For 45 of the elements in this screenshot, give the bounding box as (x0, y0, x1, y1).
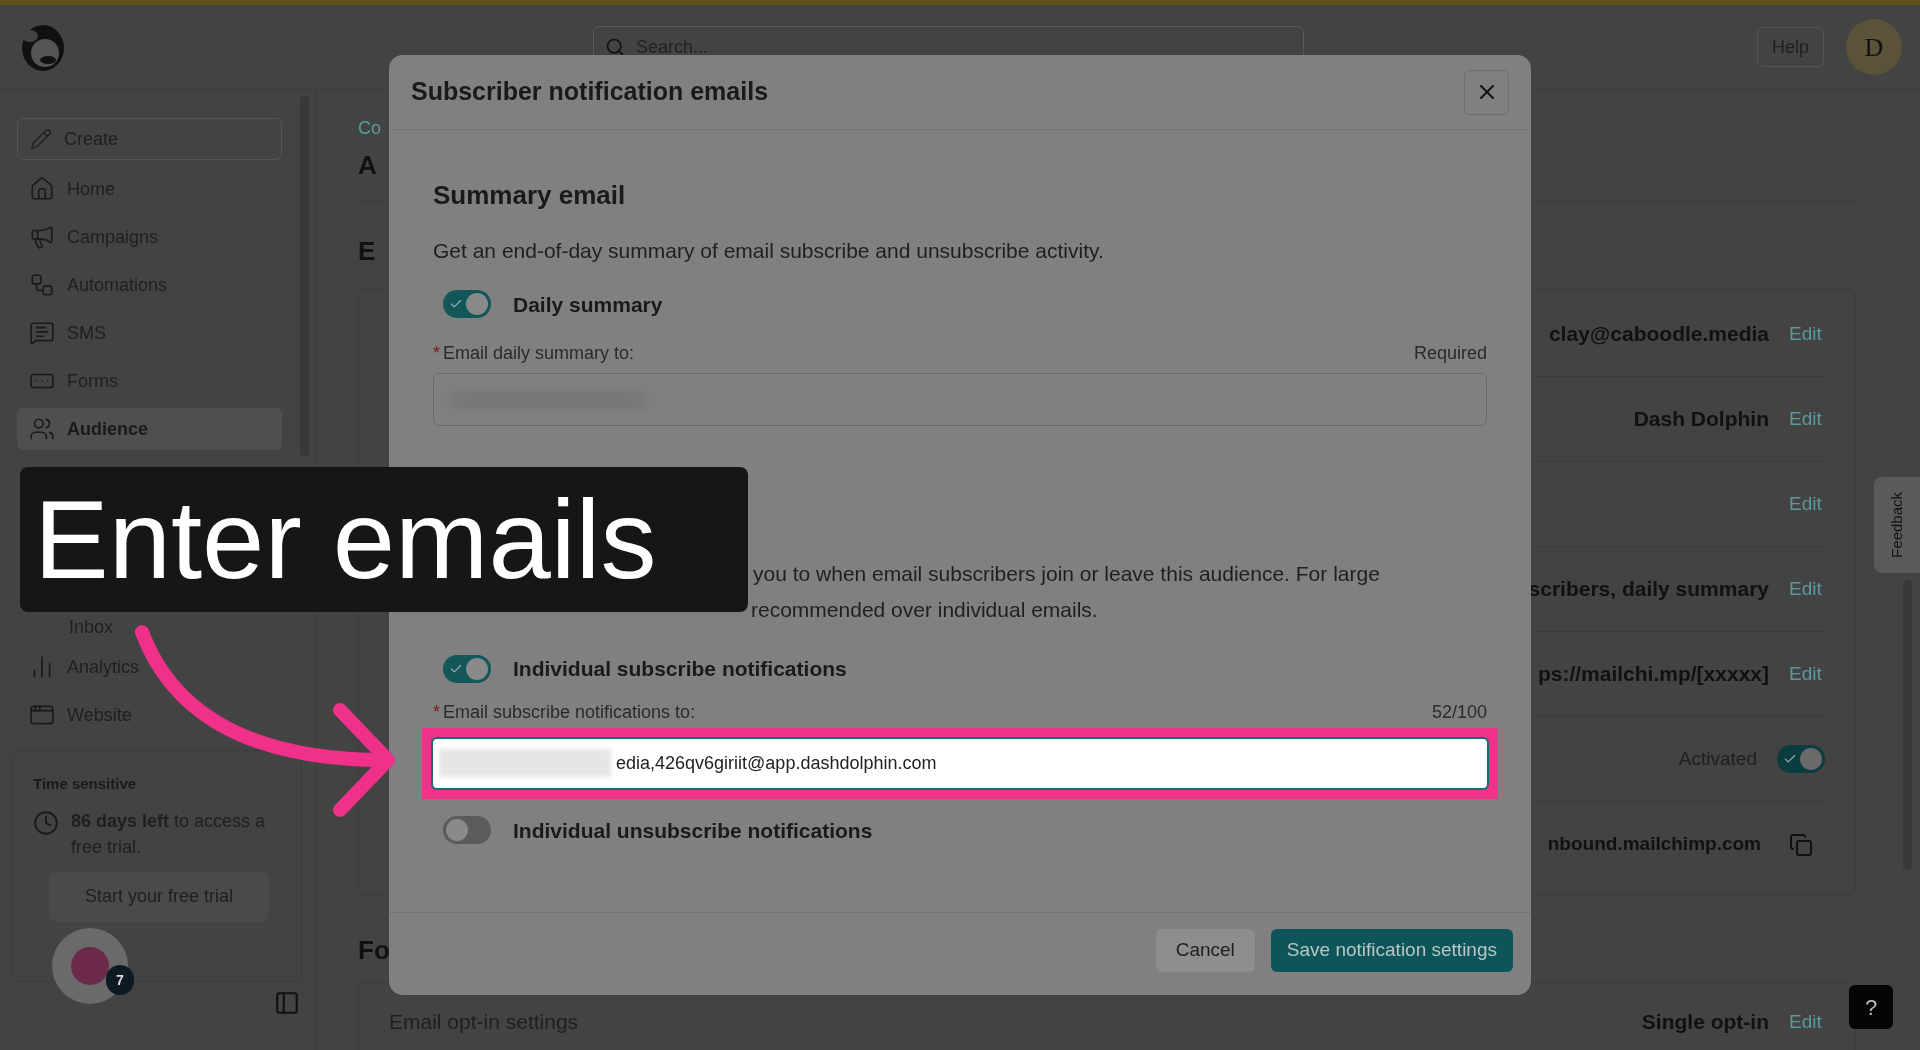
notification-badge: 7 (106, 965, 134, 995)
toggle-switch[interactable] (443, 654, 491, 683)
modal-title: Subscriber notification emails (411, 76, 769, 108)
feedback-tab[interactable]: Feedback (1874, 477, 1920, 573)
copy-icon[interactable] (1789, 832, 1813, 857)
breadcrumb-link[interactable]: Co (358, 115, 381, 142)
character-counter: 52/100 (1431, 700, 1487, 724)
section-description: recommended over individual emails. (751, 596, 1098, 623)
user-avatar[interactable]: D (1846, 19, 1902, 75)
toggle-switch[interactable] (1777, 745, 1825, 773)
close-button[interactable] (1464, 69, 1509, 115)
toggle-label: Individual unsubscribe notifications (513, 817, 873, 844)
section-heading: Summary email (433, 179, 627, 212)
caption-banner: Enter emails (20, 467, 748, 612)
pencil-icon (30, 128, 52, 150)
help-button[interactable]: ? (1849, 985, 1893, 1029)
edit-link[interactable]: Edit (1789, 574, 1825, 604)
email-input-field[interactable]: edia,426qv6giriit@app.dashdolphin.com (431, 736, 1489, 790)
edit-link[interactable]: Edit (1789, 1007, 1825, 1037)
megaphone-icon (29, 224, 55, 250)
toggle-label: Individual subscribe notifications (513, 656, 847, 682)
section-description: you to when email subscribers join or leave this audience. For large (753, 561, 1380, 587)
field-label: Email subscribe notifications to: (443, 700, 696, 724)
required-mark: * (433, 342, 440, 365)
field-hint: Required (1413, 342, 1487, 365)
clock-icon (33, 809, 59, 836)
edit-link[interactable]: Edit (1789, 404, 1825, 434)
section-description: Get an end-of-day summary of email subscribe and unsubscribe activity. (433, 238, 1105, 264)
required-mark: * (433, 700, 440, 724)
cancel-button[interactable]: Cancel (1155, 928, 1255, 972)
field-label: Email daily summary to: (443, 342, 635, 365)
workflow-icon (29, 272, 55, 298)
toggle-label: Daily summary (513, 291, 663, 318)
chat-icon (29, 320, 55, 346)
save-button[interactable]: Save notification settings (1270, 928, 1513, 972)
home-icon (29, 176, 55, 202)
edit-link[interactable]: Edit (1789, 659, 1825, 689)
edit-link[interactable]: Edit (1789, 489, 1825, 519)
panel-toggle-icon[interactable] (274, 990, 300, 1016)
toggle-switch[interactable] (443, 290, 491, 319)
search-icon (605, 37, 625, 57)
toggle-switch[interactable] (443, 816, 491, 845)
people-icon (29, 416, 55, 442)
edit-link[interactable]: Edit (1789, 319, 1825, 349)
check-icon (1783, 752, 1797, 766)
